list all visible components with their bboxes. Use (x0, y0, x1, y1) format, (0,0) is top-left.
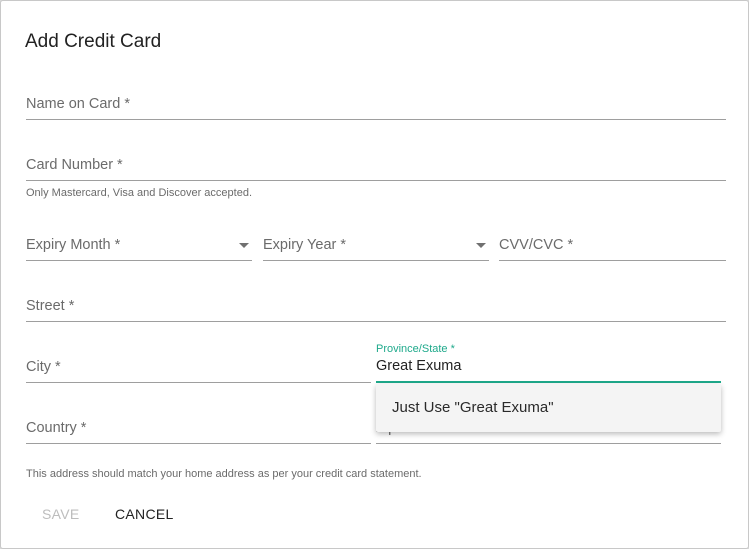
card-number-label: Card Number * (26, 157, 123, 173)
autocomplete-dropdown: Just Use "Great Exuma" (376, 384, 721, 432)
expiry-year-label: Expiry Year * (263, 237, 347, 253)
card-number-helper: Only Mastercard, Visa and Discover accep… (26, 187, 253, 199)
expiry-month-dropdown-icon (239, 243, 249, 248)
expiry-month-select[interactable]: Expiry Month * (26, 230, 252, 261)
city-label: City * (26, 359, 61, 375)
dialog-title: Add Credit Card (25, 31, 162, 52)
country-label: Country * (26, 420, 87, 436)
cancel-button[interactable]: CANCEL (115, 506, 174, 522)
expiry-month-label: Expiry Month * (26, 237, 121, 253)
expiry-year-dropdown-icon (476, 243, 486, 248)
cvv-label: CVV/CVC * (499, 237, 574, 253)
card-number-field[interactable]: Card Number * (26, 150, 726, 181)
autocomplete-option[interactable]: Just Use "Great Exuma" (392, 399, 554, 416)
save-button[interactable]: SAVE (42, 506, 80, 522)
province-state-field[interactable]: Province/State * Great Exuma (376, 343, 721, 383)
street-field[interactable]: Street * (26, 291, 726, 322)
address-helper: This address should match your home addr… (26, 468, 422, 480)
country-field[interactable]: Country * (26, 413, 371, 444)
city-field[interactable]: City * (26, 352, 371, 383)
expiry-year-select[interactable]: Expiry Year * (263, 230, 489, 261)
name-on-card-field[interactable]: Name on Card * (26, 89, 726, 120)
province-state-label: Province/State * (376, 343, 455, 355)
cvv-field[interactable]: CVV/CVC * (499, 230, 726, 261)
name-on-card-label: Name on Card * (26, 96, 130, 112)
province-state-value: Great Exuma (376, 358, 462, 374)
add-credit-card-dialog: Add Credit Card Name on Card * Card Numb… (0, 0, 749, 549)
street-label: Street * (26, 298, 75, 314)
